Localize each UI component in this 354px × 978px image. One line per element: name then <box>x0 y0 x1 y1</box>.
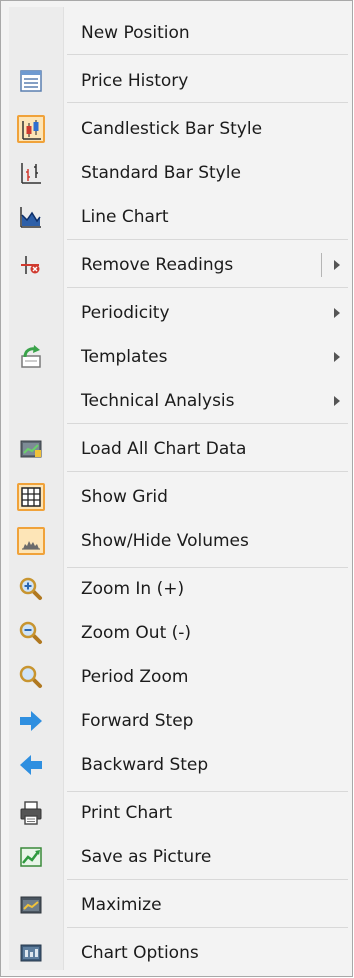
menu-item-periodicity[interactable]: Periodicity <box>9 293 348 333</box>
menu-item-label: Period Zoom <box>81 667 189 687</box>
candlestick-icon <box>17 115 45 143</box>
menu-item-label: Technical Analysis <box>81 391 235 411</box>
chart-options-icon <box>17 939 45 967</box>
menu-item-technical-analysis[interactable]: Technical Analysis <box>9 381 348 421</box>
load-data-icon <box>17 435 45 463</box>
line-chart-icon <box>17 203 45 231</box>
separator <box>67 287 348 288</box>
menu-item-forward-step[interactable]: Forward Step <box>9 701 348 741</box>
menu-item-show-hide-volumes[interactable]: Show/Hide Volumes <box>9 521 348 561</box>
menu-item-label: Zoom Out (-) <box>81 623 192 643</box>
separator <box>67 879 348 880</box>
save-picture-icon <box>17 843 45 871</box>
printer-icon <box>17 799 45 827</box>
separator <box>67 471 348 472</box>
menu-item-chart-options[interactable]: Chart Options <box>9 933 348 973</box>
menu-item-save-as-picture[interactable]: Save as Picture <box>9 837 348 877</box>
menu-item-label: Show/Hide Volumes <box>81 531 249 551</box>
menu-item-new-position[interactable]: New Position <box>9 13 348 53</box>
context-menu: New Position Price History Candlestick B… <box>0 0 353 977</box>
menu-item-label: Standard Bar Style <box>81 163 241 183</box>
menu-item-label: Save as Picture <box>81 847 212 867</box>
menu-item-label: Zoom In (+) <box>81 579 185 599</box>
maximize-icon <box>17 891 45 919</box>
menu-item-label: New Position <box>81 23 190 43</box>
menu-item-label: Remove Readings <box>81 255 234 275</box>
separator <box>67 791 348 792</box>
list-icon <box>17 67 45 95</box>
separator <box>67 927 348 928</box>
forward-arrow-icon <box>17 707 45 735</box>
menu-item-templates[interactable]: Templates <box>9 337 348 377</box>
menu-item-price-history[interactable]: Price History <box>9 61 348 101</box>
grid-icon <box>17 483 45 511</box>
menu-item-maximize[interactable]: Maximize <box>9 885 348 925</box>
zoom-in-icon <box>17 575 45 603</box>
menu-item-label: Maximize <box>81 895 162 915</box>
menu-item-zoom-out[interactable]: Zoom Out (-) <box>9 613 348 653</box>
menu-item-label: Print Chart <box>81 803 173 823</box>
menu-item-backward-step[interactable]: Backward Step <box>9 745 348 785</box>
menu-item-remove-readings[interactable]: Remove Readings <box>9 245 348 285</box>
separator <box>67 102 348 103</box>
menu-item-label: Load All Chart Data <box>81 439 247 459</box>
menu-item-show-grid[interactable]: Show Grid <box>9 477 348 517</box>
menu-item-standard-bar-style[interactable]: Standard Bar Style <box>9 153 348 193</box>
chevron-right-icon <box>334 260 340 270</box>
separator <box>67 567 348 568</box>
chevron-right-icon <box>334 308 340 318</box>
menu-item-print-chart[interactable]: Print Chart <box>9 793 348 833</box>
menu-item-period-zoom[interactable]: Period Zoom <box>9 657 348 697</box>
chevron-right-icon <box>334 396 340 406</box>
separator <box>67 54 348 55</box>
menu-item-label: Show Grid <box>81 487 168 507</box>
templates-icon <box>17 343 45 371</box>
menu-item-load-all-chart-data[interactable]: Load All Chart Data <box>9 429 348 469</box>
menu-item-line-chart[interactable]: Line Chart <box>9 197 348 237</box>
submenu-divider <box>321 253 322 277</box>
menu-item-zoom-in[interactable]: Zoom In (+) <box>9 569 348 609</box>
separator <box>67 423 348 424</box>
menu-item-label: Candlestick Bar Style <box>81 119 263 139</box>
zoom-out-icon <box>17 619 45 647</box>
chevron-right-icon <box>334 352 340 362</box>
menu-item-label: Line Chart <box>81 207 169 227</box>
menu-item-label: Backward Step <box>81 755 209 775</box>
remove-readings-icon <box>17 251 45 279</box>
menu-item-label: Chart Options <box>81 943 199 963</box>
menu-item-label: Periodicity <box>81 303 170 323</box>
bar-chart-icon <box>17 159 45 187</box>
menu-item-label: Templates <box>81 347 168 367</box>
menu-item-label: Price History <box>81 71 189 91</box>
separator <box>67 239 348 240</box>
period-zoom-icon <box>17 663 45 691</box>
volumes-icon <box>17 527 45 555</box>
menu-item-candlestick-bar-style[interactable]: Candlestick Bar Style <box>9 109 348 149</box>
backward-arrow-icon <box>17 751 45 779</box>
menu-item-label: Forward Step <box>81 711 194 731</box>
